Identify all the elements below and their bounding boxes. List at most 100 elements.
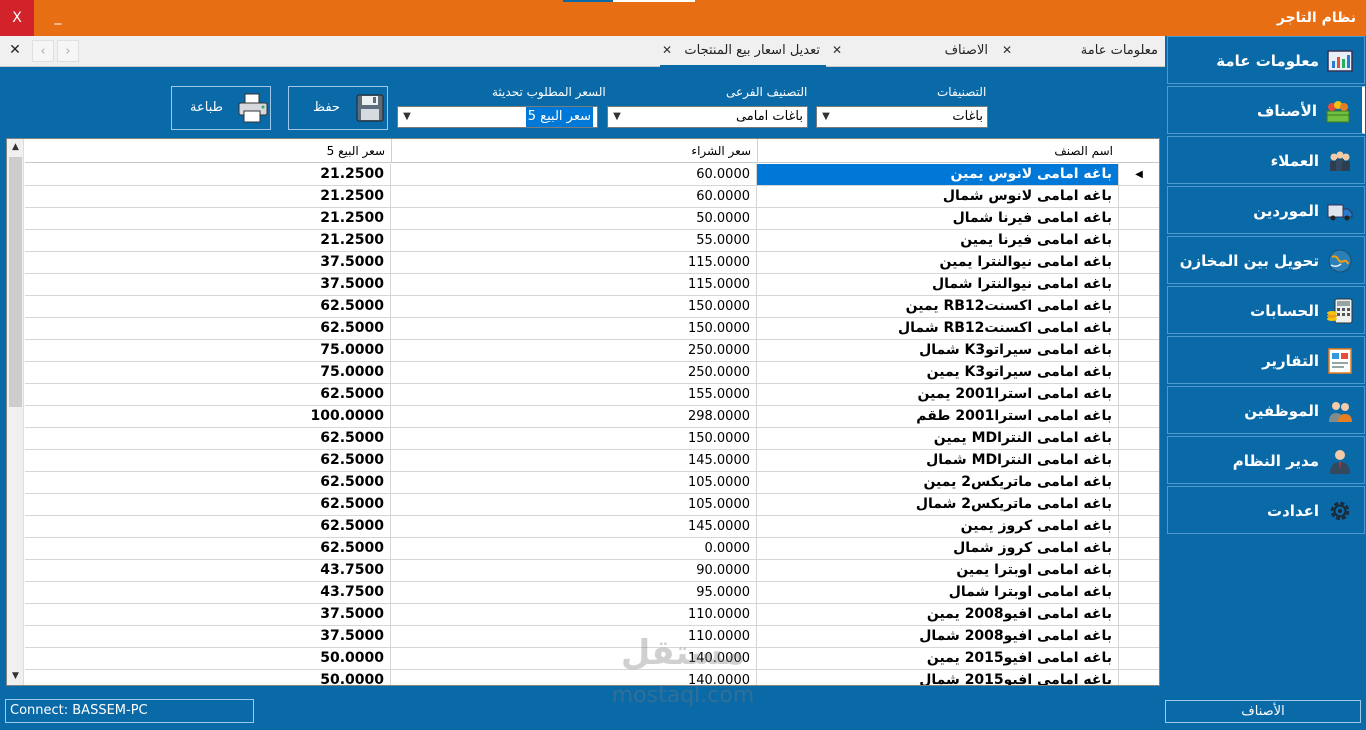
cell-sale-price[interactable]: 62.5000 bbox=[25, 516, 391, 537]
cell-sale-price[interactable]: 43.7500 bbox=[25, 582, 391, 603]
cell-purchase-price[interactable]: 55.0000 bbox=[391, 230, 757, 251]
table-row[interactable]: 62.5000 105.0000 باغه امامى ماتريكس2 شمال bbox=[25, 494, 1159, 516]
row-header[interactable] bbox=[1119, 362, 1159, 383]
cell-sale-price[interactable]: 62.5000 bbox=[25, 472, 391, 493]
cell-purchase-price[interactable]: 145.0000 bbox=[391, 450, 757, 471]
row-header[interactable] bbox=[1119, 494, 1159, 515]
subcategory-select[interactable]: ▼ باغات امامى bbox=[607, 106, 808, 128]
cell-sale-price[interactable]: 62.5000 bbox=[25, 384, 391, 405]
table-row[interactable]: 62.5000 105.0000 باغه امامى ماتريكس2 يمين bbox=[25, 472, 1159, 494]
row-header[interactable] bbox=[1119, 428, 1159, 449]
cell-purchase-price[interactable]: 250.0000 bbox=[391, 340, 757, 361]
sidebar-item-settings[interactable]: اعدادت bbox=[1167, 486, 1365, 534]
cell-sale-price[interactable]: 62.5000 bbox=[25, 296, 391, 317]
cell-item-name[interactable]: باغه امامى اوبترا شمال bbox=[757, 582, 1119, 603]
row-header[interactable] bbox=[1119, 472, 1159, 493]
cell-item-name[interactable]: باغه امامى نيوالنترا شمال bbox=[757, 274, 1119, 295]
sidebar-item-accounts[interactable]: الحسابات bbox=[1167, 286, 1365, 334]
cell-purchase-price[interactable]: 105.0000 bbox=[391, 494, 757, 515]
scrollbar-thumb[interactable] bbox=[9, 157, 22, 407]
table-row[interactable]: 62.5000 145.0000 باغه امامى كروز يمين bbox=[25, 516, 1159, 538]
cell-sale-price[interactable]: 37.5000 bbox=[25, 274, 391, 295]
cell-sale-price[interactable]: 100.0000 bbox=[25, 406, 391, 427]
table-row[interactable]: 50.0000 140.0000 باغه امامى افيو2015 شمال bbox=[25, 670, 1159, 685]
cell-sale-price[interactable]: 62.5000 bbox=[25, 428, 391, 449]
window-close-button[interactable]: X bbox=[0, 0, 34, 36]
cell-item-name[interactable]: باغه امامى اكسنتRB12 يمين bbox=[757, 296, 1119, 317]
table-row[interactable]: 75.0000 250.0000 باغه امامى سيراتوK3 يمين bbox=[25, 362, 1159, 384]
cell-item-name[interactable]: باغه امامى ماتريكس2 يمين bbox=[757, 472, 1119, 493]
row-header[interactable] bbox=[1119, 560, 1159, 581]
cell-sale-price[interactable]: 37.5000 bbox=[25, 604, 391, 625]
cell-item-name[interactable]: باغه امامى كروز شمال bbox=[757, 538, 1119, 559]
tab-general-info[interactable]: ✕ معلومات عامة bbox=[1000, 36, 1160, 67]
cell-purchase-price[interactable]: 150.0000 bbox=[391, 318, 757, 339]
tab-close-icon[interactable]: ✕ bbox=[1002, 36, 1012, 65]
window-minimize-button[interactable]: _ bbox=[48, 2, 68, 32]
table-row[interactable]: 21.2500 60.0000 باغه امامى لانوس يمين ◀ bbox=[25, 164, 1159, 186]
cell-sale-price[interactable]: 62.5000 bbox=[25, 450, 391, 471]
table-row[interactable]: 43.7500 95.0000 باغه امامى اوبترا شمال bbox=[25, 582, 1159, 604]
cell-item-name[interactable]: باغه امامى كروز يمين bbox=[757, 516, 1119, 537]
table-row[interactable]: 21.2500 50.0000 باغه امامى فيرنا شمال bbox=[25, 208, 1159, 230]
sidebar-item-customers[interactable]: العملاء bbox=[1167, 136, 1365, 184]
cell-item-name[interactable]: باغه امامى لانوس يمين bbox=[757, 164, 1119, 185]
cell-item-name[interactable]: باغه امامى النتراMD شمال bbox=[757, 450, 1119, 471]
cell-purchase-price[interactable]: 150.0000 bbox=[391, 428, 757, 449]
cell-item-name[interactable]: باغه امامى استرا2001 طقم bbox=[757, 406, 1119, 427]
cell-item-name[interactable]: باغه امامى سيراتوK3 يمين bbox=[757, 362, 1119, 383]
cell-sale-price[interactable]: 21.2500 bbox=[25, 208, 391, 229]
row-header[interactable] bbox=[1119, 186, 1159, 207]
sidebar-item-general-info[interactable]: معلومات عامة bbox=[1167, 36, 1365, 84]
table-row[interactable]: 62.5000 145.0000 باغه امامى النتراMD شمال bbox=[25, 450, 1159, 472]
cell-purchase-price[interactable]: 145.0000 bbox=[391, 516, 757, 537]
cell-purchase-price[interactable]: 50.0000 bbox=[391, 208, 757, 229]
cell-sale-price[interactable]: 75.0000 bbox=[25, 362, 391, 383]
table-row[interactable]: 62.5000 0.0000 باغه امامى كروز شمال bbox=[25, 538, 1159, 560]
grid-scrollbar[interactable]: ▲ ▼ bbox=[7, 139, 24, 685]
cell-purchase-price[interactable]: 105.0000 bbox=[391, 472, 757, 493]
tab-products[interactable]: ✕ الاصناف bbox=[830, 36, 990, 67]
sidebar-item-employees[interactable]: الموظفين bbox=[1167, 386, 1365, 434]
cell-item-name[interactable]: باغه امامى فيرنا شمال bbox=[757, 208, 1119, 229]
cell-item-name[interactable]: باغه امامى النتراMD يمين bbox=[757, 428, 1119, 449]
table-row[interactable]: 37.5000 115.0000 باغه امامى نيوالنترا يمين bbox=[25, 252, 1159, 274]
row-header[interactable] bbox=[1119, 296, 1159, 317]
cell-item-name[interactable]: باغه امامى افيو2008 يمين bbox=[757, 604, 1119, 625]
table-row[interactable]: 37.5000 115.0000 باغه امامى نيوالنترا شمال bbox=[25, 274, 1159, 296]
cell-sale-price[interactable]: 62.5000 bbox=[25, 494, 391, 515]
row-header[interactable] bbox=[1119, 208, 1159, 229]
row-header[interactable] bbox=[1119, 274, 1159, 295]
cell-sale-price[interactable]: 37.5000 bbox=[25, 626, 391, 647]
table-row[interactable]: 62.5000 150.0000 باغه امامى اكسنتRB12 شمال bbox=[25, 318, 1159, 340]
cell-purchase-price[interactable]: 95.0000 bbox=[391, 582, 757, 603]
cell-purchase-price[interactable]: 60.0000 bbox=[391, 164, 757, 185]
table-row[interactable]: 37.5000 110.0000 باغه امامى افيو2008 شمال bbox=[25, 626, 1159, 648]
row-header[interactable] bbox=[1119, 626, 1159, 647]
table-row[interactable]: 37.5000 110.0000 باغه امامى افيو2008 يمين bbox=[25, 604, 1159, 626]
cell-sale-price[interactable]: 50.0000 bbox=[25, 648, 391, 669]
cell-sale-price[interactable]: 43.7500 bbox=[25, 560, 391, 581]
cell-purchase-price[interactable]: 90.0000 bbox=[391, 560, 757, 581]
chevron-down-icon[interactable]: ▼ bbox=[400, 107, 414, 127]
tab-prev-button[interactable]: ‹ bbox=[32, 40, 54, 62]
cell-sale-price[interactable]: 21.2500 bbox=[25, 164, 391, 185]
header-sale-price[interactable]: سعر البيع 5 bbox=[25, 139, 391, 163]
row-header[interactable] bbox=[1119, 252, 1159, 273]
cell-purchase-price[interactable]: 298.0000 bbox=[391, 406, 757, 427]
cell-item-name[interactable]: باغه امامى لانوس شمال bbox=[757, 186, 1119, 207]
header-item-name[interactable]: اسم الصنف bbox=[757, 139, 1119, 163]
cell-item-name[interactable]: باغه امامى نيوالنترا يمين bbox=[757, 252, 1119, 273]
row-header[interactable] bbox=[1119, 582, 1159, 603]
sidebar-item-suppliers[interactable]: الموردين bbox=[1167, 186, 1365, 234]
cell-purchase-price[interactable]: 60.0000 bbox=[391, 186, 757, 207]
table-row[interactable]: 62.5000 150.0000 باغه امامى النتراMD يمين bbox=[25, 428, 1159, 450]
row-header[interactable] bbox=[1119, 604, 1159, 625]
cell-sale-price[interactable]: 62.5000 bbox=[25, 538, 391, 559]
row-header[interactable] bbox=[1119, 384, 1159, 405]
scroll-down-icon[interactable]: ▼ bbox=[7, 668, 24, 685]
table-row[interactable]: 43.7500 90.0000 باغه امامى اوبترا يمين bbox=[25, 560, 1159, 582]
price-column-select[interactable]: ▼ سعر البيع 5 bbox=[397, 106, 598, 128]
table-row[interactable]: 21.2500 60.0000 باغه امامى لانوس شمال bbox=[25, 186, 1159, 208]
cell-sale-price[interactable]: 62.5000 bbox=[25, 318, 391, 339]
